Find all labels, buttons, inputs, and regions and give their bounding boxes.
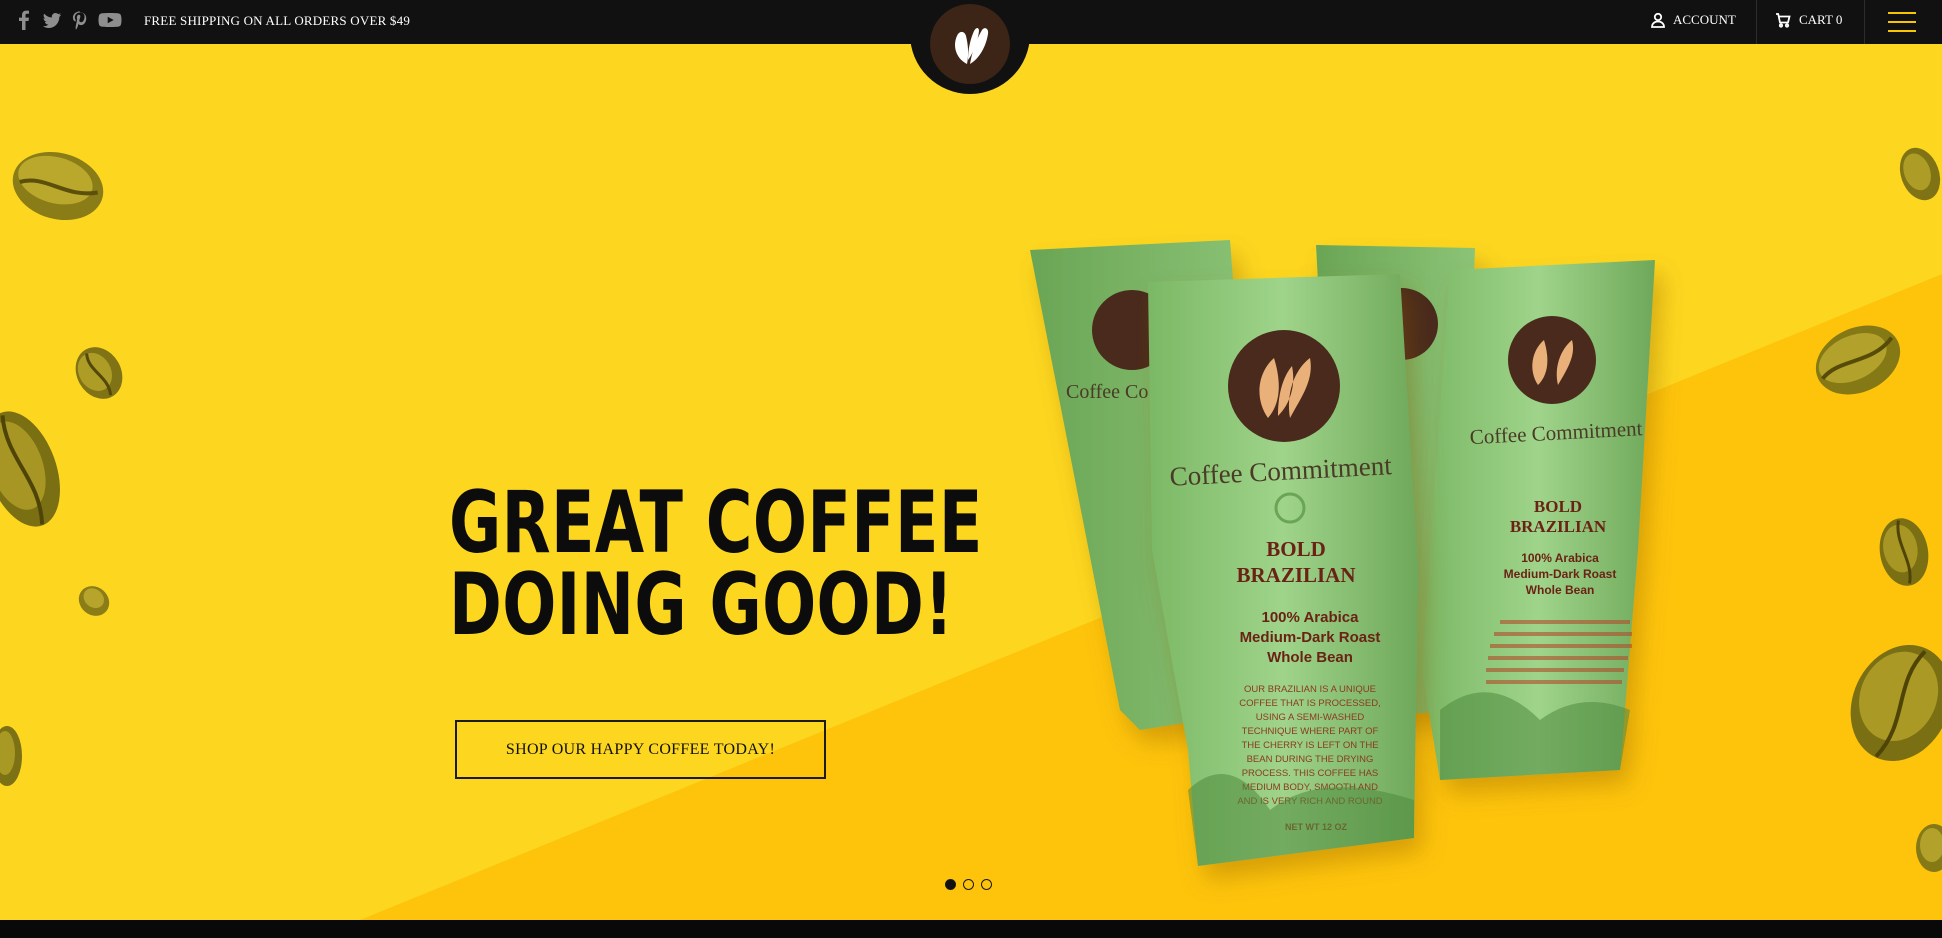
divider [1864, 0, 1865, 44]
hamburger-icon[interactable] [1888, 12, 1916, 32]
svg-text:PROCESS. THIS COFFEE HAS: PROCESS. THIS COFFEE HAS [1242, 768, 1379, 779]
user-icon [1651, 12, 1665, 28]
site-logo[interactable] [930, 4, 1010, 84]
facebook-icon[interactable] [14, 9, 34, 31]
coffee-bean-decoration [0, 724, 24, 788]
next-section-edge [0, 920, 1942, 938]
shop-now-button[interactable]: SHOP OUR HAPPY COFFEE TODAY! [455, 720, 826, 779]
svg-text:100% Arabica: 100% Arabica [1521, 551, 1599, 565]
social-links [14, 9, 122, 31]
hero-headline: GREAT COFFEE DOING GOOD! [449, 473, 983, 655]
product-image-coffee-bags: Coffee Co Coffee Commitment BOLD BRAZILI… [1020, 190, 1680, 870]
svg-text:Whole Bean: Whole Bean [1526, 583, 1595, 597]
cart-label: CART 0 [1799, 12, 1843, 27]
svg-text:COFFEE THAT IS PROCESSED,: COFFEE THAT IS PROCESSED, [1239, 698, 1380, 709]
svg-text:Whole Bean: Whole Bean [1267, 649, 1353, 666]
svg-text:100% Arabica: 100% Arabica [1261, 609, 1359, 626]
svg-text:BOLD: BOLD [1534, 497, 1582, 516]
account-label: ACCOUNT [1673, 12, 1736, 27]
svg-text:BOLD: BOLD [1266, 537, 1326, 561]
svg-text:BRAZILIAN: BRAZILIAN [1236, 563, 1355, 587]
youtube-icon[interactable] [98, 9, 122, 31]
headline-line-2: DOING GOOD! [449, 555, 954, 655]
svg-text:Medium-Dark Roast: Medium-Dark Roast [1240, 629, 1381, 646]
svg-text:THE CHERRY IS LEFT ON THE: THE CHERRY IS LEFT ON THE [1241, 740, 1378, 751]
svg-text:USING A SEMI-WASHED: USING A SEMI-WASHED [1256, 712, 1365, 723]
svg-text:BEAN DURING THE DRYING: BEAN DURING THE DRYING [1247, 754, 1374, 765]
svg-text:OUR BRAZILIAN IS A UNIQUE: OUR BRAZILIAN IS A UNIQUE [1244, 684, 1376, 695]
headline-line-1: GREAT COFFEE [449, 473, 983, 573]
hero-slider: GREAT COFFEE DOING GOOD! SHOP OUR HAPPY … [0, 44, 1942, 920]
slider-dot-1[interactable] [945, 879, 956, 890]
slider-dot-3[interactable] [981, 879, 992, 890]
coffee-bean-decoration [1914, 822, 1942, 874]
cart-link[interactable]: CART 0 [1775, 12, 1842, 28]
account-link[interactable]: ACCOUNT [1650, 12, 1736, 28]
divider [1756, 0, 1757, 44]
svg-text:Medium-Dark Roast: Medium-Dark Roast [1504, 567, 1617, 581]
svg-text:BRAZILIAN: BRAZILIAN [1510, 517, 1607, 536]
promo-banner-text: FREE SHIPPING ON ALL ORDERS OVER $49 [144, 13, 411, 28]
cart-icon [1776, 13, 1791, 28]
twitter-icon[interactable] [42, 9, 62, 31]
pinterest-icon[interactable] [70, 9, 90, 31]
slider-pagination [945, 879, 992, 890]
svg-text:Coffee Co: Coffee Co [1066, 381, 1148, 403]
svg-text:TECHNIQUE WHERE PART OF: TECHNIQUE WHERE PART OF [1242, 726, 1379, 737]
slider-dot-2[interactable] [963, 879, 974, 890]
coffee-bean-logo-icon [955, 28, 989, 65]
